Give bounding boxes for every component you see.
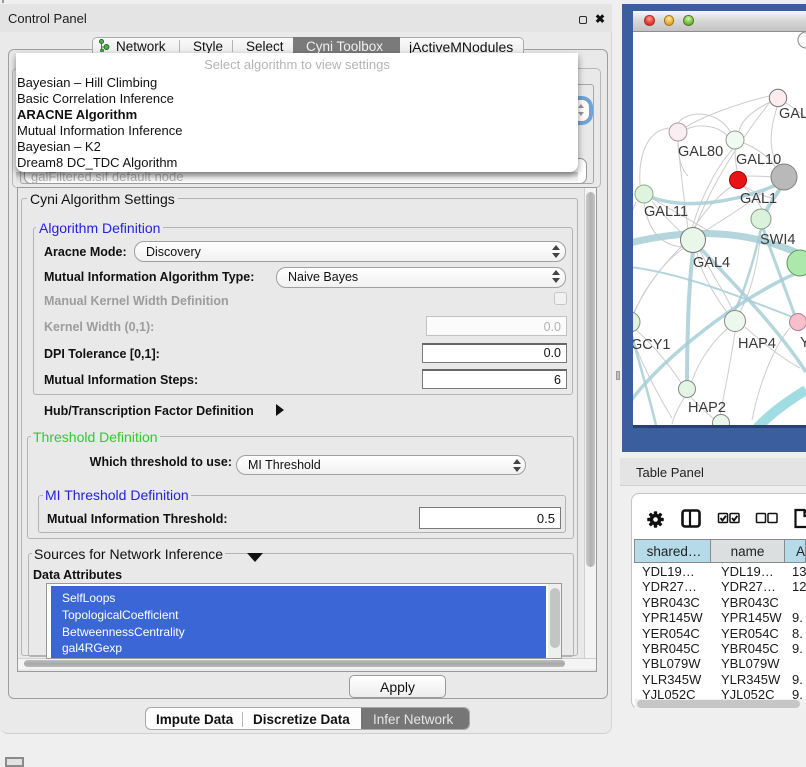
svg-text:GAL4: GAL4 bbox=[693, 255, 730, 271]
svg-text:GAL11: GAL11 bbox=[644, 204, 688, 220]
svg-text:HAP2: HAP2 bbox=[688, 400, 726, 416]
svg-text:GAL8: GAL8 bbox=[779, 106, 806, 122]
svg-text:SWI4: SWI4 bbox=[760, 232, 795, 248]
svg-text:GAL80: GAL80 bbox=[678, 144, 723, 160]
svg-text:GCY1: GCY1 bbox=[633, 337, 671, 353]
svg-text:GAL1: GAL1 bbox=[740, 191, 777, 207]
svg-text:GAL10: GAL10 bbox=[736, 152, 781, 168]
svg-text:Y: Y bbox=[800, 335, 806, 351]
svg-text:HAP4: HAP4 bbox=[738, 336, 776, 352]
